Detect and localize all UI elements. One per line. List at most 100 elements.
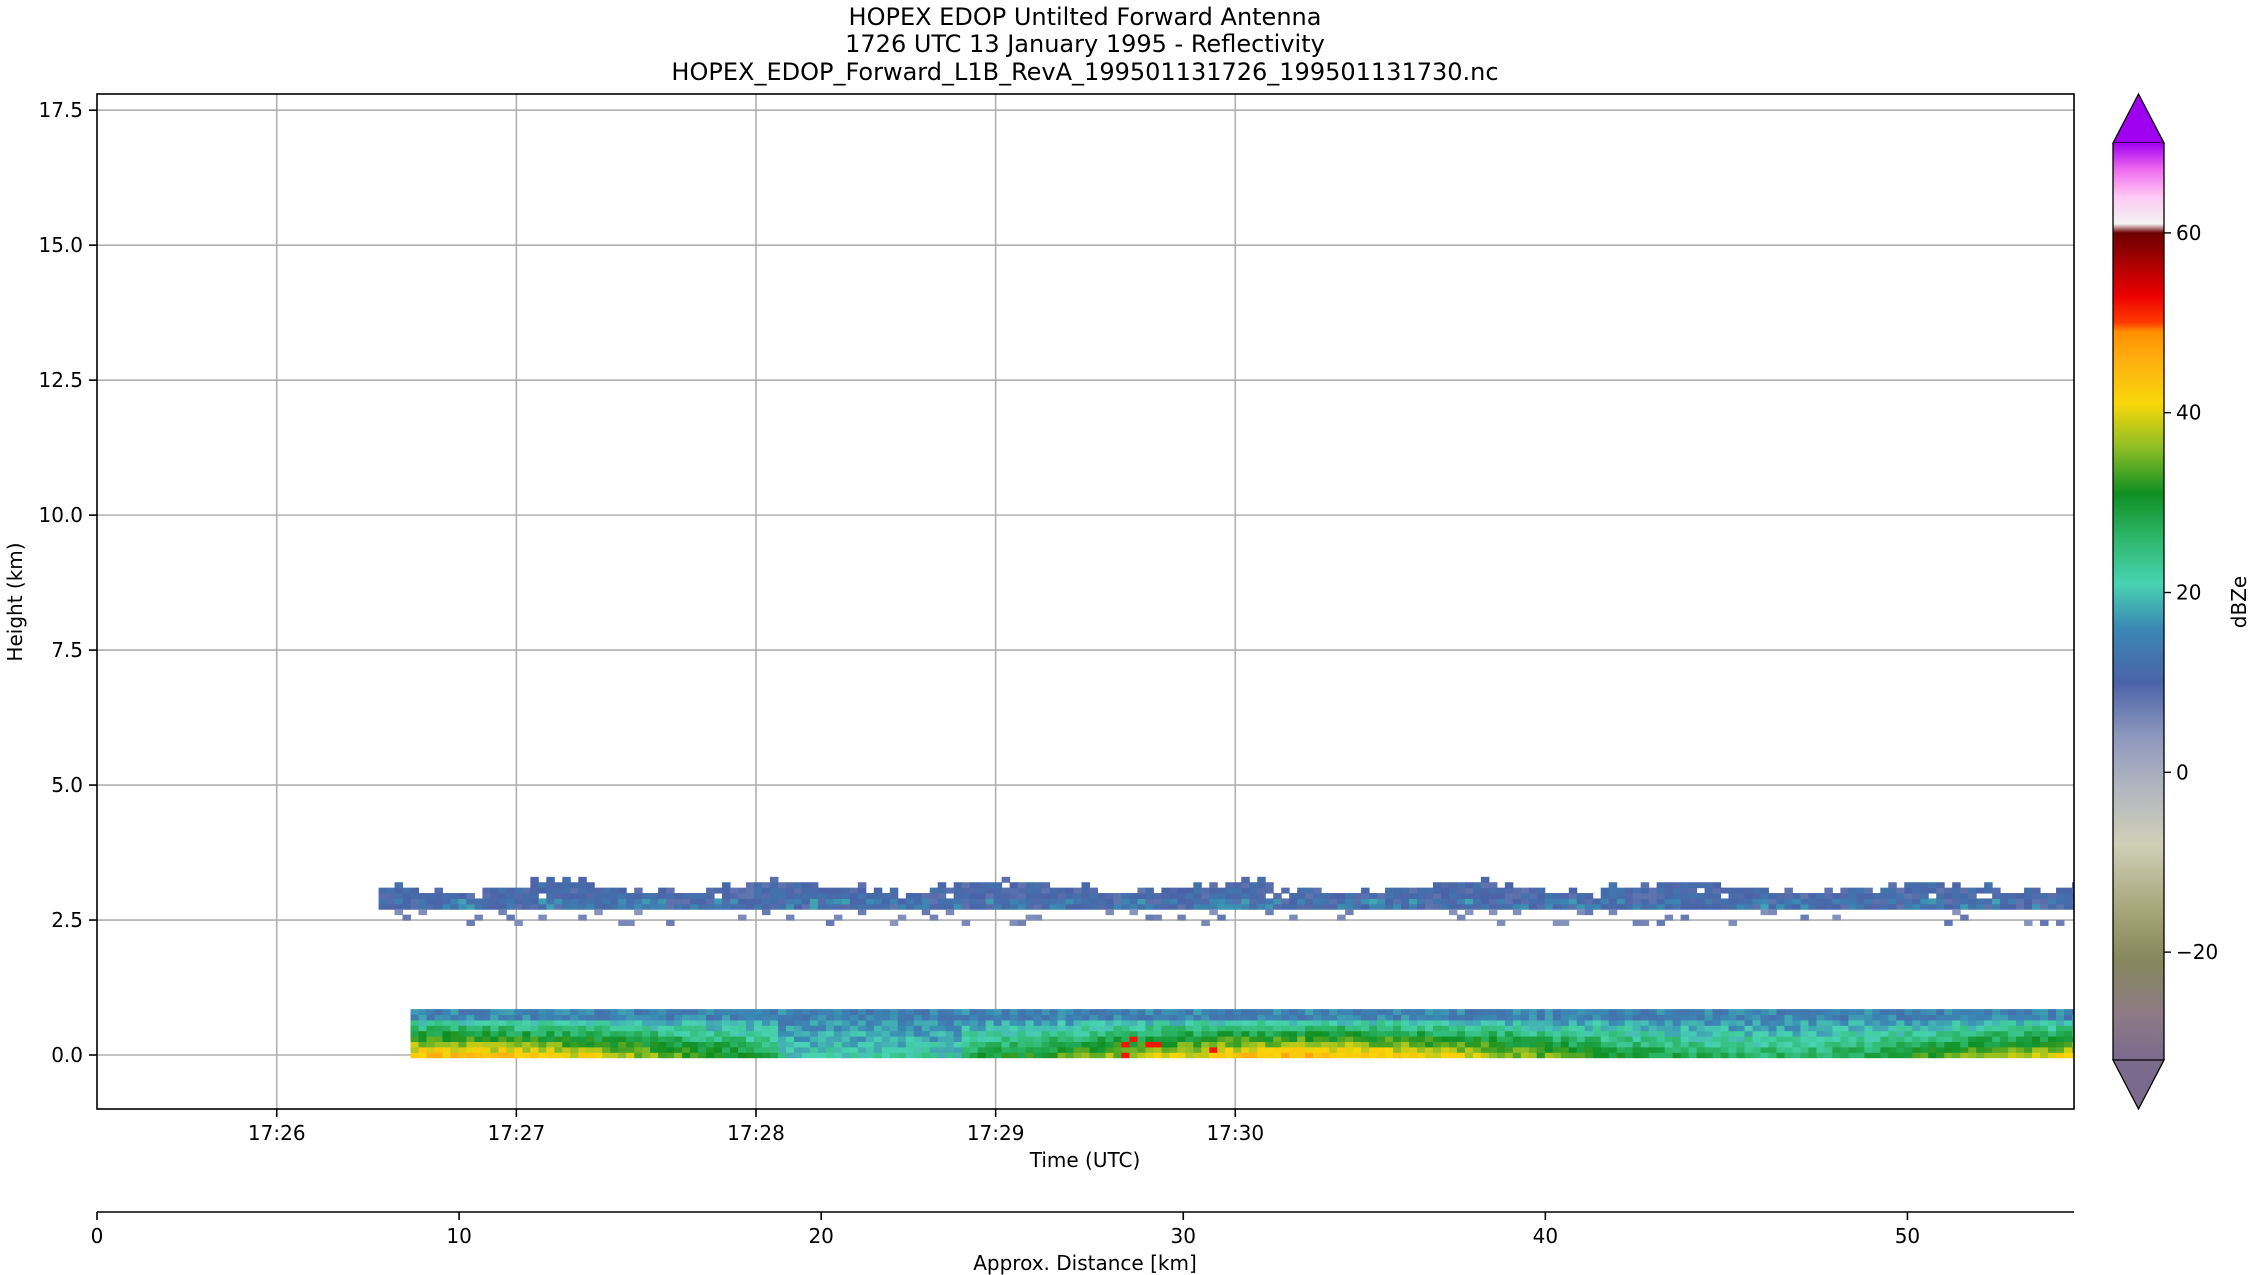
precip-cell [889, 1009, 899, 1016]
cloud-cell [889, 920, 899, 926]
cloud-cell [1217, 914, 1226, 921]
precip-cell [1560, 1041, 1570, 1048]
precip-cell [1257, 1019, 1266, 1026]
precip-cell [1145, 1046, 1154, 1053]
cloud-cell [1065, 903, 1075, 910]
precip-cell [1488, 1019, 1498, 1026]
cloud-cell [769, 893, 779, 899]
cloud-cell [889, 898, 899, 905]
precip-cell [1784, 1014, 1793, 1021]
cloud-cell [1576, 909, 1586, 916]
precip-cell [674, 1036, 683, 1043]
precip-cell [610, 1041, 619, 1048]
cloud-cell [1057, 893, 1067, 899]
precip-cell [857, 1041, 867, 1048]
precip-cell [1800, 1014, 1809, 1021]
precip-cell [1385, 1009, 1394, 1016]
precip-cell [754, 1019, 763, 1026]
precip-cell [937, 1025, 947, 1032]
precip-cell [1097, 1019, 1106, 1026]
y-tick-label: 2.5 [51, 908, 83, 932]
precip-cell [1712, 1046, 1722, 1053]
cloud-cell [1201, 920, 1210, 926]
cloud-cell [1440, 887, 1450, 894]
colorbar-tick-label: 60 [2176, 221, 2201, 245]
precip-cell [610, 1052, 619, 1059]
precip-cell [777, 1019, 787, 1026]
precip-cell [1297, 1052, 1306, 1059]
precip-cell [865, 1030, 875, 1037]
precip-cell [1009, 1014, 1019, 1021]
precip-cell [410, 1052, 420, 1059]
precip-cell [1472, 1014, 1482, 1021]
precip-cell [1217, 1052, 1226, 1059]
cloud-cell [961, 893, 971, 899]
cloud-cell [1640, 898, 1650, 905]
precip-cell [1632, 1036, 1642, 1043]
precip-cell [418, 1046, 427, 1053]
precip-cell [650, 1030, 659, 1037]
cloud-cell [458, 898, 467, 905]
precip-cell [1632, 1014, 1642, 1021]
precip-cell [2016, 1014, 2025, 1021]
precip-cell [1776, 1014, 1785, 1021]
radar-reflectivity-figure: HOPEX EDOP Untilted Forward Antenna 1726… [3, 3, 2250, 1275]
cloud-cell [1321, 893, 1330, 899]
cloud-cell [1992, 887, 2001, 894]
precip-cell [1632, 1019, 1642, 1026]
cloud-cell [1137, 903, 1146, 910]
precip-cell [698, 1014, 707, 1021]
cloud-cell [1009, 882, 1019, 889]
precip-cell [1233, 1036, 1242, 1043]
precip-cell [801, 1041, 811, 1048]
precip-cell [833, 1019, 843, 1026]
cloud-cell [937, 893, 947, 899]
precip-cell [1185, 1030, 1194, 1037]
cloud-cell [1864, 898, 1873, 905]
precip-cell [1289, 1019, 1298, 1026]
precip-cell [1369, 1036, 1378, 1043]
precip-cell [1464, 1009, 1474, 1016]
cloud-cell [1536, 898, 1546, 905]
precip-cell [730, 1036, 739, 1043]
precip-cell [2008, 1041, 2017, 1048]
cloud-cell [1456, 882, 1466, 889]
precip-cell [785, 1046, 795, 1053]
precip-cell [1464, 1014, 1474, 1021]
cloud-cell [1968, 887, 1977, 894]
cloud-cell [1041, 903, 1051, 910]
cloud-cell [1848, 893, 1857, 899]
cloud-cell [706, 887, 715, 894]
precip-cell [474, 1036, 483, 1043]
precip-cell [418, 1009, 427, 1016]
precip-cell [1808, 1036, 1817, 1043]
precip-cell [650, 1046, 659, 1053]
x-tick-label: 17:29 [967, 1121, 1025, 1145]
precip-cell [1880, 1019, 1889, 1026]
precip-cell [841, 1046, 851, 1053]
precip-cell [650, 1009, 659, 1016]
precip-cell [1824, 1052, 1833, 1059]
precip-cell [538, 1014, 547, 1021]
cloud-cell [897, 914, 907, 921]
cloud-cell [2000, 893, 2009, 899]
precip-cell [1297, 1014, 1306, 1021]
cloud-cell [1113, 903, 1122, 910]
precip-cell [801, 1014, 811, 1021]
precip-cell [1712, 1052, 1722, 1059]
precip-cell [865, 1025, 875, 1032]
precip-cell [1560, 1030, 1570, 1037]
precip-cell [490, 1014, 499, 1021]
cloud-cell [825, 903, 835, 910]
precip-cell [913, 1014, 923, 1021]
cloud-cell [482, 893, 491, 899]
precip-cell [1552, 1019, 1562, 1026]
cloud-cell [1688, 882, 1698, 889]
cloud-cell [857, 909, 867, 916]
cloud-cell [1313, 898, 1322, 905]
distance-axis-label: Approx. Distance [km] [973, 1251, 1197, 1275]
precip-cell [1081, 1030, 1090, 1037]
precip-cell [1544, 1025, 1554, 1032]
precip-cell [1353, 1041, 1362, 1048]
precip-cell [785, 1030, 795, 1037]
